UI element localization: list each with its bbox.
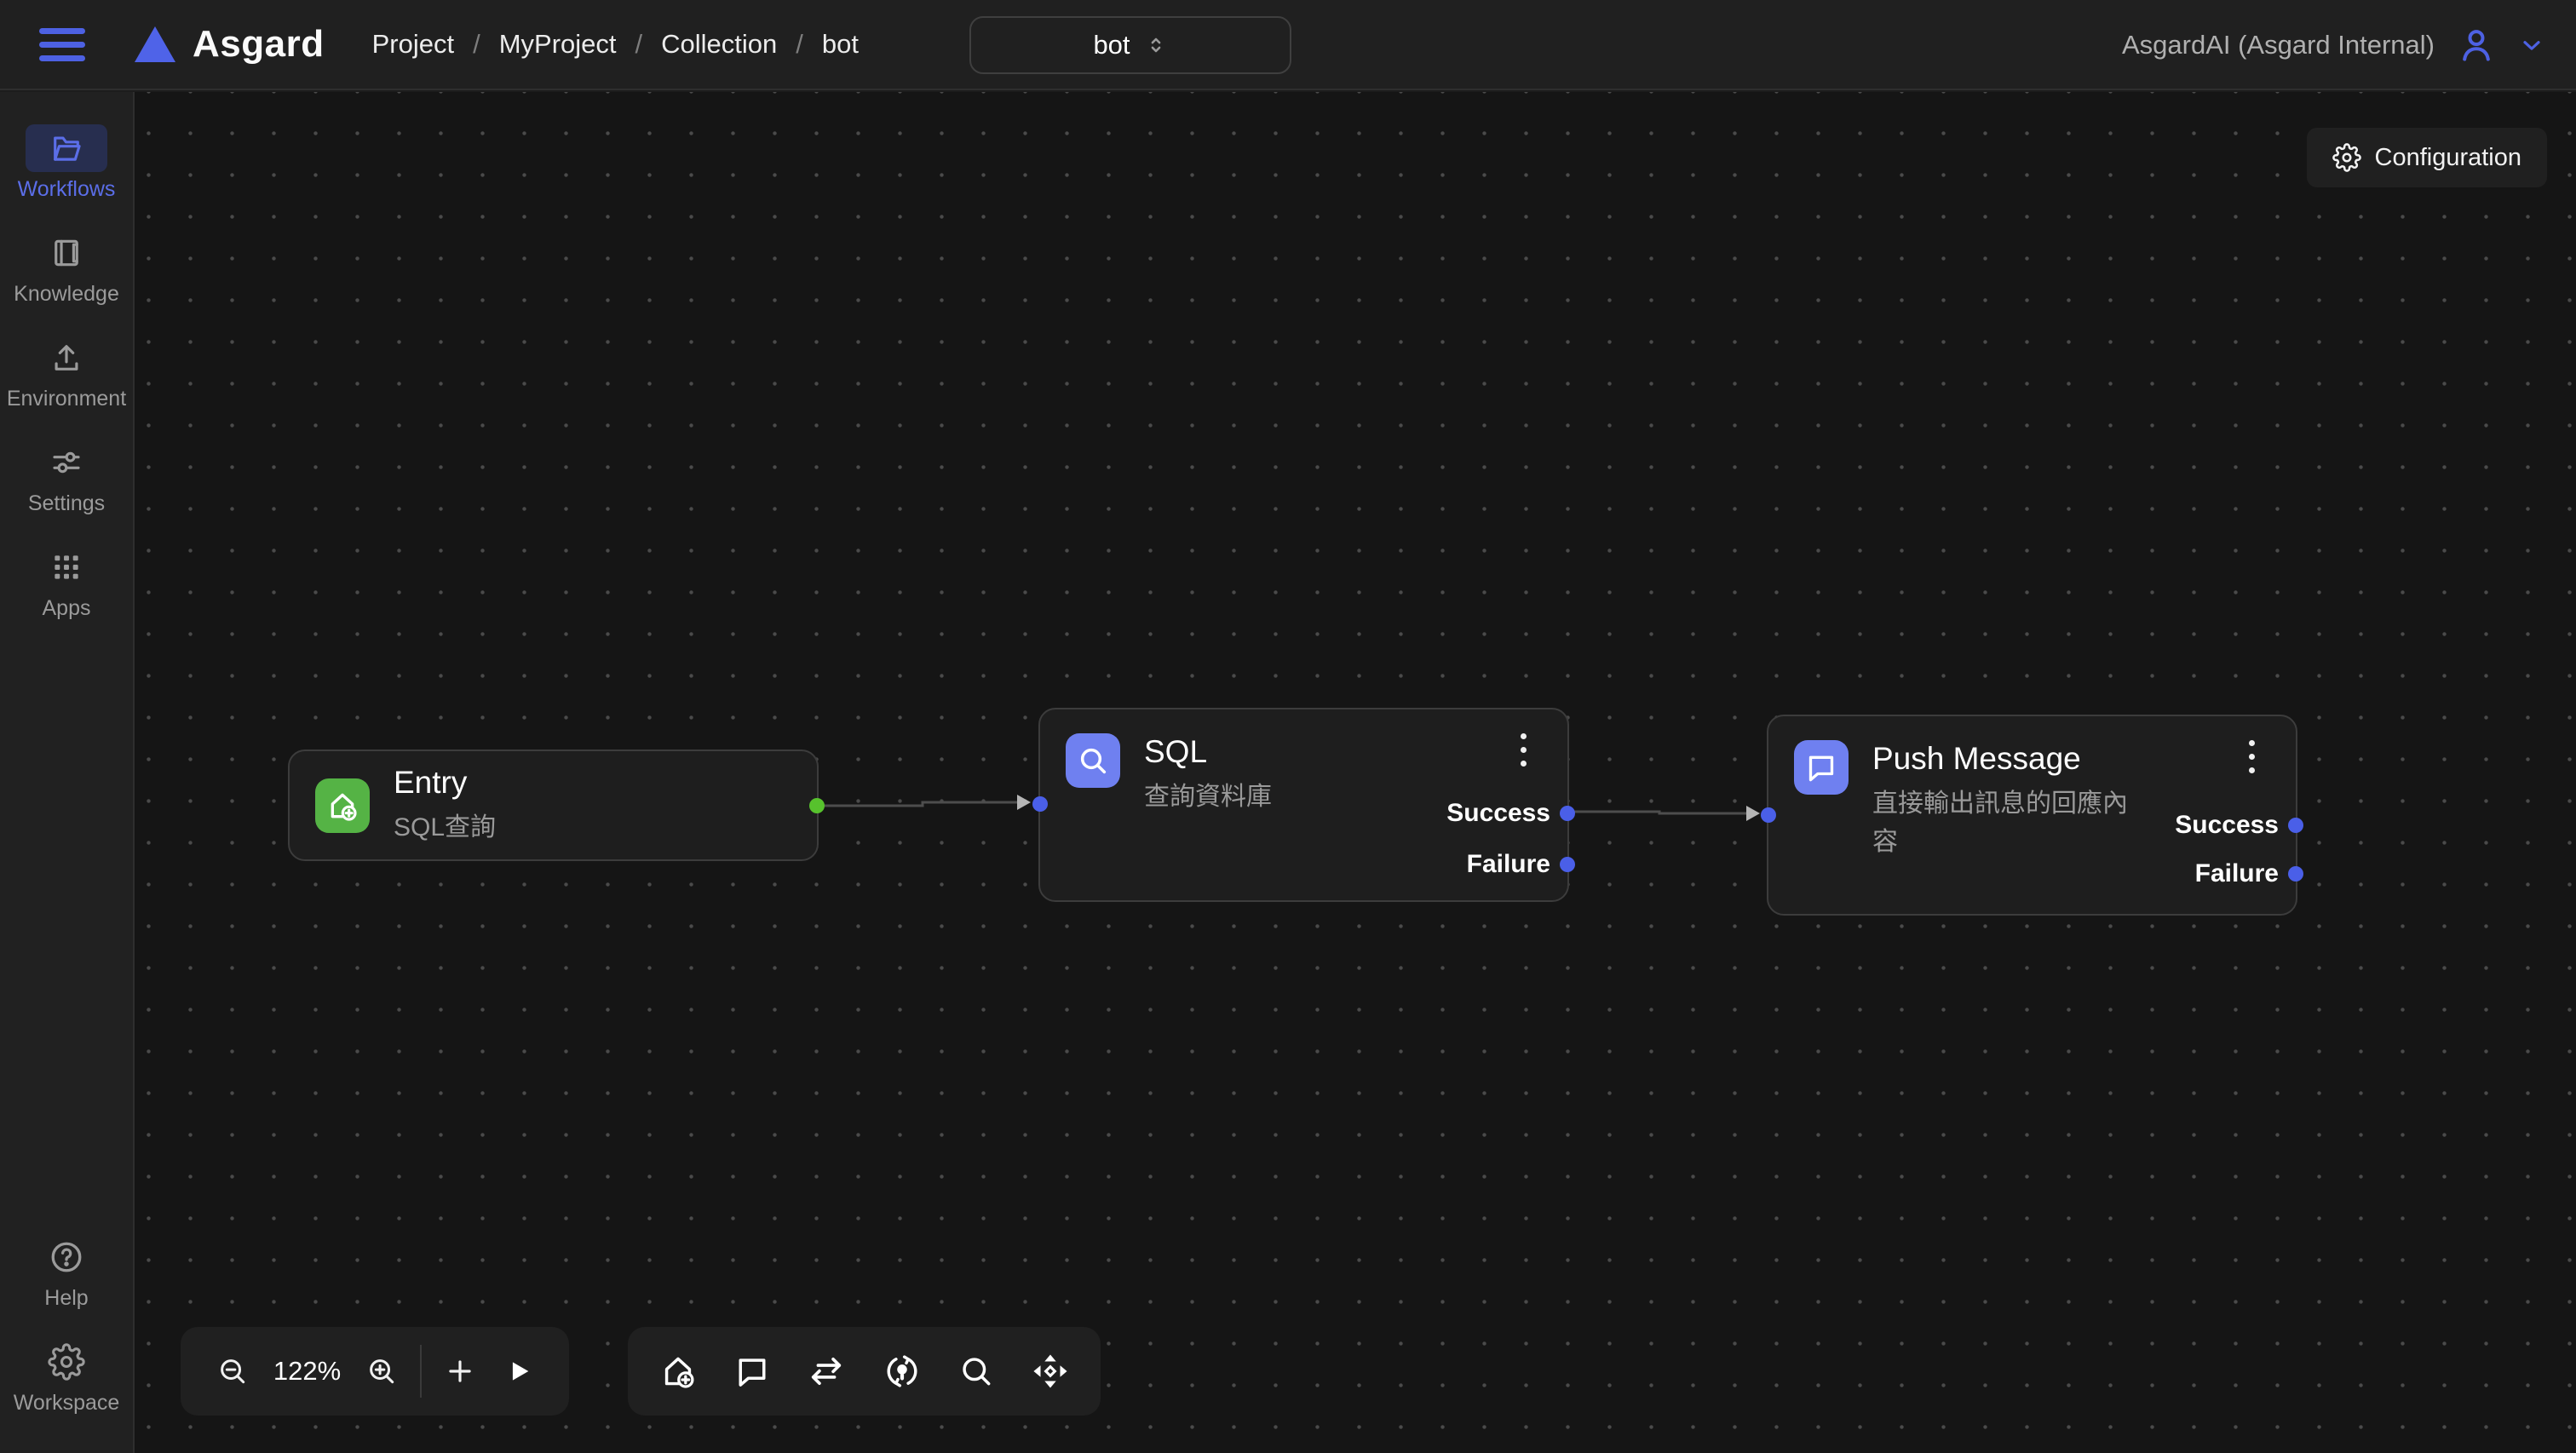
output-label-success: Success <box>2175 810 2279 841</box>
chat-bubble-icon <box>1804 750 1838 784</box>
breadcrumb-collection[interactable]: Collection <box>661 29 777 60</box>
workflow-select-value: bot <box>1093 30 1130 60</box>
sidebar: Workflows Knowledge Environment Settings <box>0 92 135 1453</box>
configuration-button[interactable]: Configuration <box>2307 128 2548 187</box>
input-port[interactable] <box>1032 796 1048 812</box>
zoom-out-icon <box>216 1355 249 1387</box>
hamburger-menu-icon[interactable] <box>39 26 90 63</box>
node-subtitle: 直接輸出訊息的回應內容 <box>1872 784 2138 861</box>
sidebar-footer: Help Workspace <box>14 1233 120 1453</box>
house-plus-icon <box>325 789 359 823</box>
zoom-level: 122% <box>272 1356 343 1387</box>
node-kebab-menu-icon[interactable] <box>1517 730 1530 770</box>
zoom-in-button[interactable] <box>360 1350 403 1393</box>
logo-text: Asgard <box>193 23 325 66</box>
node-title: Push Message <box>1872 740 2138 778</box>
output-label-success: Success <box>1446 798 1550 829</box>
chat-bubble-icon <box>733 1352 771 1390</box>
output-port[interactable] <box>809 798 825 813</box>
sliders-icon <box>49 445 84 480</box>
folder-open-icon <box>49 130 84 166</box>
node-tools-toolbar <box>628 1327 1101 1416</box>
gear-icon <box>48 1343 85 1381</box>
breadcrumb-separator: / <box>473 29 480 60</box>
zoom-toolbar: 122% <box>181 1327 569 1416</box>
house-plus-icon <box>658 1352 698 1391</box>
apps-grid-icon <box>49 549 84 585</box>
plus-icon <box>444 1355 476 1387</box>
add-message-node-button[interactable] <box>728 1347 776 1395</box>
add-swap-node-button[interactable] <box>802 1347 851 1396</box>
sidebar-item-environment[interactable]: Environment <box>7 334 126 411</box>
breadcrumb: Project / MyProject / Collection / bot <box>372 29 859 60</box>
output-label-failure: Failure <box>2195 859 2279 889</box>
output-port-success[interactable] <box>2288 818 2303 833</box>
search-icon <box>957 1352 995 1390</box>
node-title: Entry <box>394 764 496 801</box>
node-kebab-menu-icon[interactable] <box>2245 737 2258 777</box>
node-sql[interactable]: SQL 查詢資料庫 Success Failure <box>1038 708 1569 902</box>
run-workflow-button[interactable] <box>499 1352 538 1391</box>
swap-arrows-icon <box>807 1352 846 1391</box>
workflow-select[interactable]: bot <box>969 16 1291 74</box>
add-sql-node-button[interactable] <box>952 1347 1000 1395</box>
move-arrows-icon <box>1031 1352 1070 1391</box>
zoom-in-icon <box>365 1355 398 1387</box>
account-label: AsgardAI (Asgard Internal) <box>2122 30 2435 60</box>
node-entry[interactable]: Entry SQL查詢 <box>288 749 819 861</box>
input-port[interactable] <box>1761 807 1776 823</box>
workflow-canvas[interactable]: Configuration Entry SQL查詢 <box>135 92 2576 1453</box>
gear-icon <box>2332 143 2361 172</box>
configuration-label: Configuration <box>2375 144 2522 172</box>
top-bar: Asgard Project / MyProject / Collection … <box>0 0 2576 90</box>
toolbar-divider <box>420 1345 422 1398</box>
breadcrumb-myproject[interactable]: MyProject <box>499 29 617 60</box>
breadcrumb-project[interactable]: Project <box>372 29 454 60</box>
move-tool-button[interactable] <box>1026 1347 1075 1396</box>
output-port-success[interactable] <box>1560 806 1575 821</box>
breadcrumb-bot[interactable]: bot <box>822 29 859 60</box>
sidebar-item-apps[interactable]: Apps <box>26 543 107 621</box>
sidebar-label: Apps <box>43 596 91 621</box>
play-icon <box>504 1357 533 1386</box>
app-logo: Asgard <box>135 23 325 66</box>
sidebar-label: Help <box>44 1286 88 1311</box>
sidebar-item-help[interactable]: Help <box>26 1233 107 1311</box>
sidebar-item-settings[interactable]: Settings <box>26 439 107 516</box>
node-title: SQL <box>1144 733 1272 771</box>
search-icon <box>1076 744 1110 778</box>
user-icon[interactable] <box>2457 26 2496 65</box>
account-chevron-down-icon[interactable] <box>2518 32 2545 59</box>
sidebar-label: Environment <box>7 387 126 411</box>
output-label-failure: Failure <box>1467 849 1550 880</box>
node-subtitle: SQL查詢 <box>394 808 496 847</box>
breadcrumb-separator: / <box>635 29 643 60</box>
sidebar-item-knowledge[interactable]: Knowledge <box>14 229 119 307</box>
select-updown-icon <box>1144 33 1168 57</box>
sidebar-label: Workspace <box>14 1391 120 1416</box>
account-area: AsgardAI (Asgard Internal) <box>2122 0 2545 90</box>
help-icon <box>48 1238 85 1276</box>
sidebar-item-workflows[interactable]: Workflows <box>18 124 116 202</box>
upload-icon <box>49 340 84 376</box>
output-port-failure[interactable] <box>1560 857 1575 872</box>
loop-lightbulb-icon <box>883 1352 922 1391</box>
breadcrumb-separator: / <box>796 29 803 60</box>
sidebar-label: Workflows <box>18 177 116 202</box>
sidebar-label: Knowledge <box>14 282 119 307</box>
zoom-out-button[interactable] <box>211 1350 254 1393</box>
sidebar-label: Settings <box>28 491 105 516</box>
node-subtitle: 查詢資料庫 <box>1144 778 1272 816</box>
sidebar-item-workspace[interactable]: Workspace <box>14 1338 120 1416</box>
book-icon <box>49 235 84 271</box>
add-iteration-node-button[interactable] <box>877 1347 927 1396</box>
add-entry-node-button[interactable] <box>653 1347 703 1396</box>
add-node-button[interactable] <box>439 1350 481 1393</box>
output-port-failure[interactable] <box>2288 866 2303 882</box>
logo-triangle-icon <box>135 26 175 62</box>
node-push-message[interactable]: Push Message 直接輸出訊息的回應內容 Success Failure <box>1767 715 2297 916</box>
